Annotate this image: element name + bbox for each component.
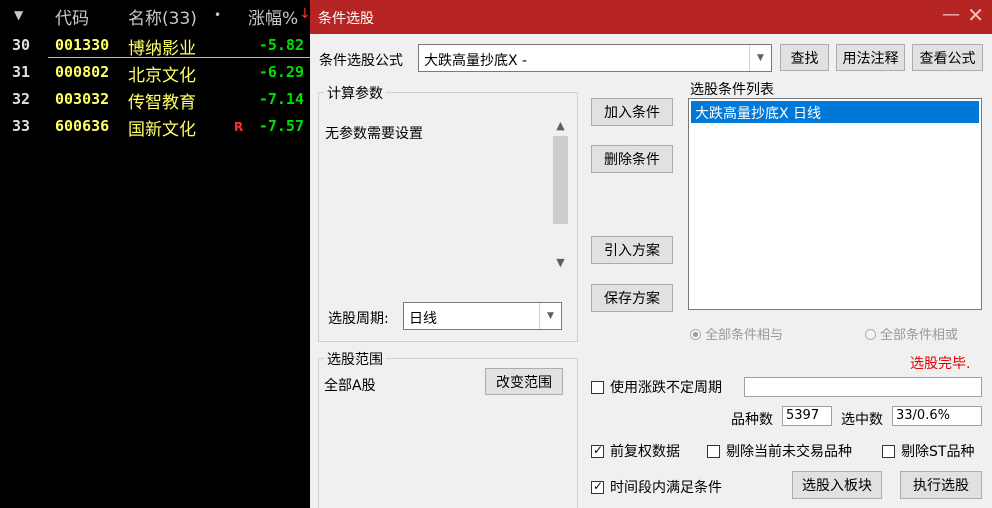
stock-change: -7.14 xyxy=(258,90,304,108)
forward-adjust-label: 前复权数据 xyxy=(610,444,680,460)
exclude-untraded-label: 剔除当前未交易品种 xyxy=(726,444,852,460)
row-index: 30 xyxy=(12,36,31,54)
stock-row[interactable]: 33 600636 国新文化 R -7.57 xyxy=(0,113,310,140)
timespan-label: 时间段内满足条件 xyxy=(610,480,722,496)
condition-item-selected[interactable]: 大跌高量抄底X 日线 xyxy=(691,101,979,123)
formula-label: 条件选股公式 xyxy=(319,53,403,69)
stock-code: 000802 xyxy=(55,63,110,81)
selected-count-value: 33/0.6% xyxy=(892,406,982,426)
column-header-name[interactable]: 名称(33) xyxy=(128,4,197,29)
column-header-code[interactable]: 代码 xyxy=(55,4,89,29)
stock-name: 北京文化 xyxy=(128,66,196,86)
row-index: 32 xyxy=(12,90,31,108)
period-label: 选股周期: xyxy=(328,311,389,327)
checkbox-icon[interactable] xyxy=(707,444,720,458)
condition-screener-dialog: 条件选股 — ✕ 条件选股公式 大跌高量抄底X - ▼ 查找 用法注释 查看公式… xyxy=(310,0,992,508)
radio-and-all[interactable]: 全部条件相与 xyxy=(690,324,783,343)
exclude-untraded-checkbox[interactable]: 剔除当前未交易品种 xyxy=(707,441,852,461)
forward-adjust-checkbox[interactable]: 前复权数据 xyxy=(591,441,680,461)
range-group-title: 选股范围 xyxy=(324,349,386,369)
sort-down-icon[interactable]: ▼ xyxy=(14,8,23,22)
add-to-block-button[interactable]: 选股入板块 xyxy=(792,471,882,499)
chevron-down-icon[interactable]: ▼ xyxy=(749,45,771,71)
radio-and-label: 全部条件相与 xyxy=(705,328,784,343)
count-label: 品种数 xyxy=(731,412,773,428)
stock-list-header: ▼ 代码 名称(33) • 涨幅% ↓ xyxy=(0,0,311,34)
view-formula-button[interactable]: 查看公式 xyxy=(912,44,983,71)
timespan-checkbox[interactable]: 时间段内满足条件 xyxy=(591,477,722,497)
exclude-st-label: 剔除ST品种 xyxy=(901,444,975,460)
execute-screen-button[interactable]: 执行选股 xyxy=(900,471,982,499)
chevron-down-icon[interactable]: ▼ xyxy=(539,303,561,329)
checkbox-checked-icon[interactable] xyxy=(591,479,604,494)
find-button[interactable]: 查找 xyxy=(780,44,829,71)
scroll-thumb[interactable] xyxy=(553,136,568,224)
dialog-title: 条件选股 xyxy=(318,11,374,27)
conditions-listbox[interactable]: 大跌高量抄底X 日线 xyxy=(688,98,982,310)
checkbox-icon[interactable] xyxy=(882,444,895,458)
stock-change: -7.57 xyxy=(258,117,304,135)
scroll-down-icon[interactable]: ▼ xyxy=(551,253,570,271)
stock-code: 003032 xyxy=(55,90,110,108)
row-index: 33 xyxy=(12,117,31,135)
exclude-st-checkbox[interactable]: 剔除ST品种 xyxy=(882,441,974,461)
sort-arrow-icon: ↓ xyxy=(299,6,311,22)
status-text: 选股完毕. xyxy=(910,356,971,372)
stock-row[interactable]: 31 000802 北京文化 -6.29 xyxy=(0,59,310,86)
stock-code: 600636 xyxy=(55,117,110,135)
delete-condition-button[interactable]: 删除条件 xyxy=(591,145,673,173)
stock-code: 001330 xyxy=(55,36,110,54)
stock-name: 国新文化 xyxy=(128,120,196,140)
radio-or-label: 全部条件相或 xyxy=(880,328,959,343)
params-scrollbar[interactable]: ▲ ▼ xyxy=(551,116,570,271)
change-range-button[interactable]: 改变范围 xyxy=(485,368,563,395)
period-select[interactable]: 日线 ▼ xyxy=(403,302,562,330)
usage-notes-button[interactable]: 用法注释 xyxy=(836,44,905,71)
dialog-titlebar[interactable]: 条件选股 — ✕ xyxy=(310,0,992,34)
stock-change: -5.82 xyxy=(258,36,304,54)
selected-count-label: 选中数 xyxy=(841,412,883,428)
formula-value: 大跌高量抄底X - xyxy=(424,53,528,69)
dot-icon: • xyxy=(214,8,222,22)
close-icon[interactable]: ✕ xyxy=(967,3,984,27)
variable-period-input[interactable] xyxy=(744,377,982,397)
import-scheme-button[interactable]: 引入方案 xyxy=(591,236,673,264)
row-index: 31 xyxy=(12,63,31,81)
variable-period-label: 使用涨跌不定周期 xyxy=(610,380,722,396)
stock-list-panel: ▼ 代码 名称(33) • 涨幅% ↓ 30 001330 博纳影业 -5.82… xyxy=(0,0,311,508)
add-condition-button[interactable]: 加入条件 xyxy=(591,98,673,126)
params-group-title: 计算参数 xyxy=(324,83,386,103)
scroll-up-icon[interactable]: ▲ xyxy=(551,116,570,134)
stock-name: 博纳影业 xyxy=(128,39,196,59)
formula-select[interactable]: 大跌高量抄底X - ▼ xyxy=(418,44,772,72)
column-header-change[interactable]: 涨幅% xyxy=(248,4,298,29)
margin-flag-badge: R xyxy=(234,120,244,134)
variable-period-checkbox[interactable]: 使用涨跌不定周期 xyxy=(591,377,722,397)
radio-or-all[interactable]: 全部条件相或 xyxy=(865,324,958,343)
stock-row[interactable]: 32 003032 传智教育 -7.14 xyxy=(0,86,310,113)
radio-off-icon[interactable] xyxy=(865,329,876,340)
checkbox-icon[interactable] xyxy=(591,380,604,394)
minimize-icon[interactable]: — xyxy=(942,4,960,25)
stock-name: 传智教育 xyxy=(128,93,196,113)
params-text: 无参数需要设置 xyxy=(325,126,423,142)
range-value: 全部A股 xyxy=(324,378,376,394)
stock-row[interactable]: 30 001330 博纳影业 -5.82 xyxy=(0,32,310,59)
save-scheme-button[interactable]: 保存方案 xyxy=(591,284,673,312)
count-value: 5397 xyxy=(782,406,832,426)
stock-change: -6.29 xyxy=(258,63,304,81)
radio-on-icon[interactable] xyxy=(690,329,701,340)
period-value: 日线 xyxy=(409,311,437,327)
checkbox-checked-icon[interactable] xyxy=(591,443,604,458)
conditions-list-label: 选股条件列表 xyxy=(690,82,774,98)
